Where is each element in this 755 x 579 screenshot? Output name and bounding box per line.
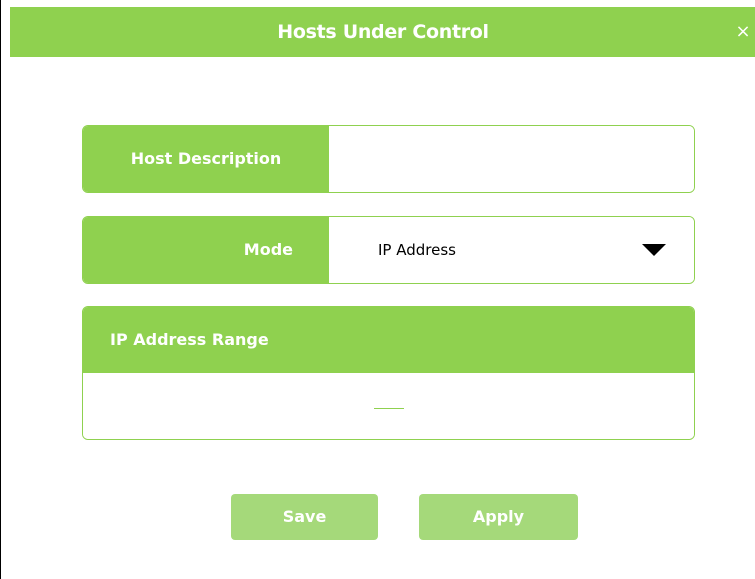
caret-down-icon [642,244,666,256]
ip-address-range-label: IP Address Range [83,307,694,373]
ip-range-start-input[interactable] [113,387,367,425]
host-description-row: Host Description [82,125,695,193]
save-button[interactable]: Save [231,494,378,540]
ip-address-range-body [83,373,694,439]
ip-range-end-input[interactable] [410,387,664,425]
dialog-title: Hosts Under Control [277,21,489,43]
ip-address-range-box: IP Address Range [82,306,695,440]
host-description-label: Host Description [83,126,329,192]
apply-button[interactable]: Apply [419,494,578,540]
host-description-input[interactable] [329,126,694,192]
mode-selected-value: IP Address [378,241,456,259]
close-icon[interactable]: × [730,7,755,57]
dialog-titlebar: Hosts Under Control × [10,7,755,57]
range-separator [374,408,404,409]
hosts-under-control-dialog: Hosts Under Control × Host Description M… [0,0,755,579]
mode-select[interactable]: IP Address [329,217,694,283]
mode-row: Mode IP Address [82,216,695,284]
mode-label: Mode [83,217,329,283]
